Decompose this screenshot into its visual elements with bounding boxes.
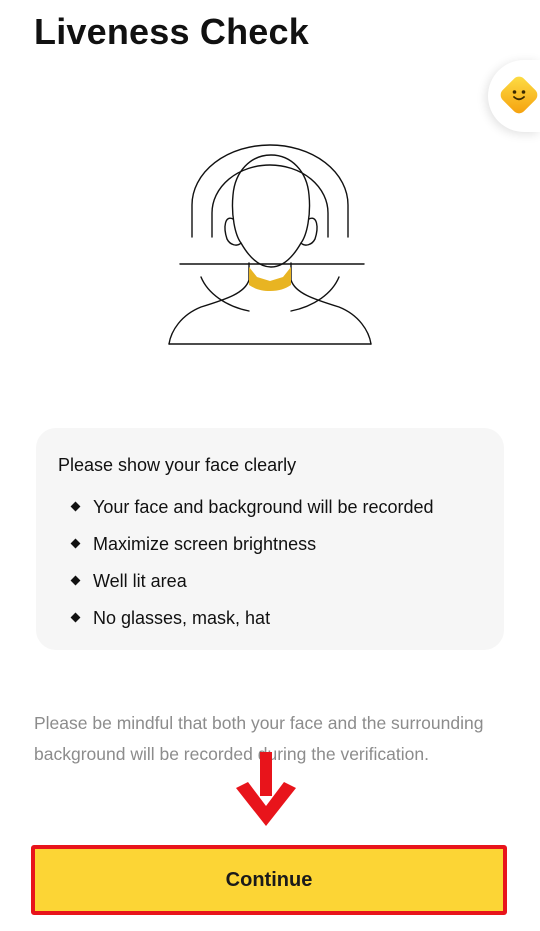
continue-button[interactable]: Continue <box>31 845 507 915</box>
face-scan-illustration <box>165 135 375 350</box>
list-item-label: Maximize screen brightness <box>93 533 317 554</box>
list-item: Maximize screen brightness <box>58 525 482 562</box>
list-item-label: Your face and background will be recorde… <box>93 496 434 517</box>
list-item: Well lit area <box>58 562 482 599</box>
instructions-card: Please show your face clearly Your face … <box>36 428 504 650</box>
red-arrow-annotation-icon <box>236 752 296 826</box>
list-item-label: No glasses, mask, hat <box>93 607 271 628</box>
smiley-diamond-icon <box>500 76 538 114</box>
page-title: Liveness Check <box>34 11 309 52</box>
list-item: No glasses, mask, hat <box>58 599 482 636</box>
floating-assistant-widget[interactable] <box>488 60 540 132</box>
instructions-heading: Please show your face clearly <box>58 455 297 475</box>
diamond-bullet-icon <box>70 612 81 623</box>
diamond-bullet-icon <box>70 575 81 586</box>
diamond-bullet-icon <box>70 501 81 512</box>
list-item-label: Well lit area <box>93 570 187 591</box>
diamond-bullet-icon <box>70 538 81 549</box>
requirements-list: Your face and background will be recorde… <box>58 488 482 636</box>
list-item: Your face and background will be recorde… <box>58 488 482 525</box>
